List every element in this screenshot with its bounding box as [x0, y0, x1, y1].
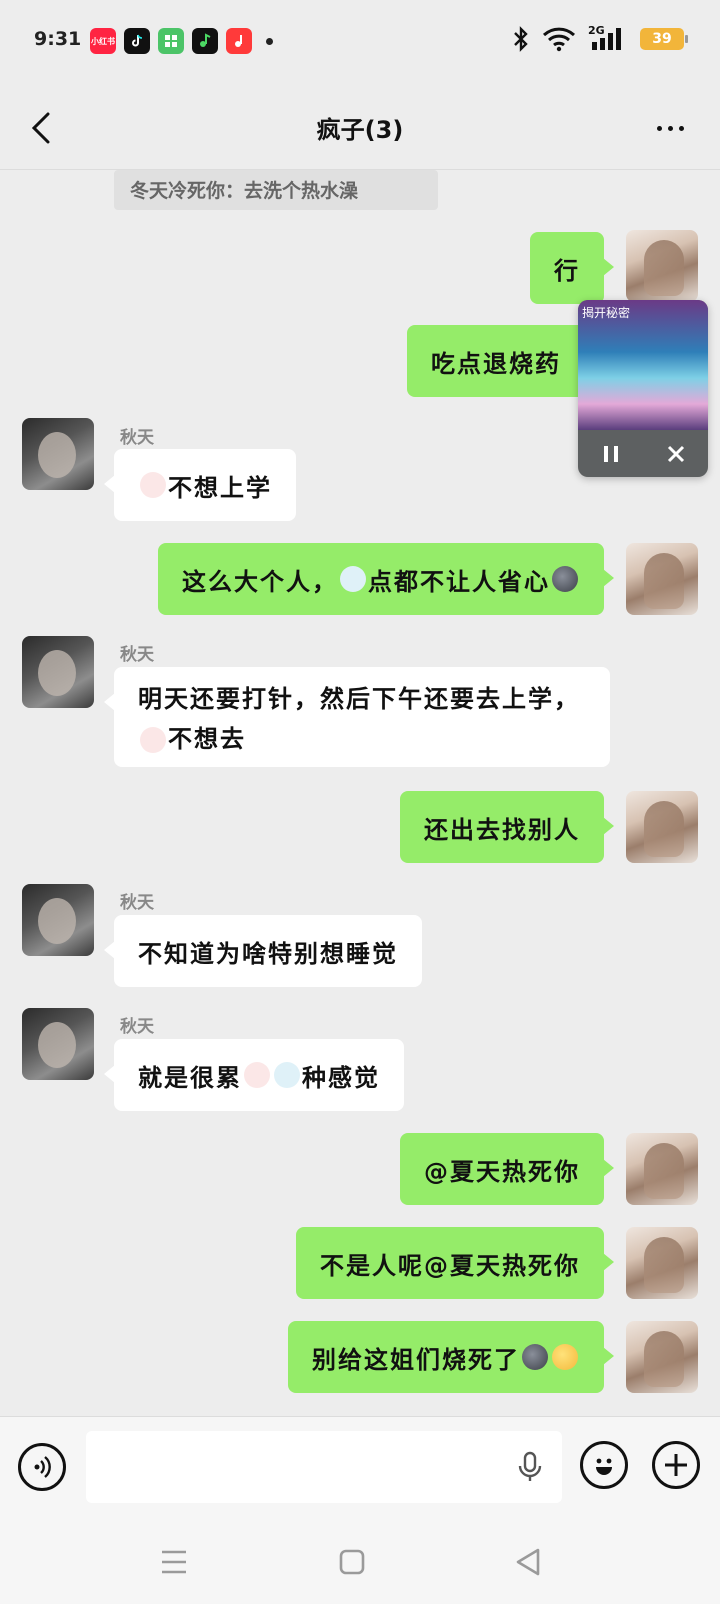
battery-indicator: 39	[640, 28, 688, 50]
xiaohongshu-icon: 小红书	[90, 28, 116, 54]
sender-avatar[interactable]	[22, 1008, 94, 1080]
bluetooth-icon	[514, 26, 528, 52]
sender-name: 秋天	[120, 428, 154, 448]
status-time: 9:31	[34, 28, 82, 50]
more-dot	[656, 125, 662, 131]
netease-music-icon	[226, 28, 252, 54]
message-text: 点都不让人省心	[368, 567, 550, 596]
message-text: 明天还要打针，然后下午还要去上学， 不想去	[138, 679, 586, 759]
notification-icons: 小红书	[90, 28, 273, 54]
emoji-icon	[244, 1062, 270, 1088]
message-text: 种感觉	[302, 1063, 380, 1092]
message-bubble-outgoing[interactable]: 行	[530, 232, 614, 304]
pause-icon[interactable]	[599, 442, 623, 466]
emoji-icon	[552, 566, 578, 592]
message-text: 别给这姐们烧死了	[312, 1345, 520, 1374]
music-app-icon	[192, 28, 218, 54]
message-bubble-outgoing[interactable]: 吃点退烧药	[407, 325, 614, 397]
message-text-part: 不想去	[168, 725, 246, 753]
my-avatar[interactable]	[626, 791, 698, 863]
status-indicators: 2G 39	[512, 24, 688, 52]
message-bubble-outgoing[interactable]: 不是人呢@夏天热死你	[296, 1227, 614, 1299]
quoted-message[interactable]: 冬天冷死你：去洗个热水澡	[114, 170, 438, 210]
add-more-button[interactable]	[652, 1441, 700, 1489]
album-art[interactable]: 揭开秘密	[578, 300, 708, 430]
app-grid-icon	[158, 28, 184, 54]
sender-avatar[interactable]	[22, 636, 94, 708]
message-text: 不想上学	[168, 473, 272, 502]
emoji-icon	[340, 566, 366, 592]
message-bubble-incoming[interactable]: 明天还要打针，然后下午还要去上学， 不想去	[104, 667, 610, 767]
more-notifications-dot	[266, 37, 273, 45]
player-controls	[578, 430, 708, 477]
message-bubble-incoming[interactable]: 就是很累 种感觉	[104, 1039, 404, 1111]
message-text: 就是很累	[138, 1063, 242, 1092]
message-bubble-outgoing[interactable]: 别给这姐们烧死了	[288, 1321, 614, 1393]
plus-icon	[665, 1454, 687, 1476]
chat-title: 疯子(3)	[316, 116, 404, 144]
floating-music-player[interactable]: 揭开秘密	[578, 300, 708, 477]
my-avatar[interactable]	[626, 1133, 698, 1205]
more-dot	[678, 125, 684, 131]
back-triangle-icon	[516, 1548, 540, 1576]
sender-name: 秋天	[120, 893, 154, 913]
my-avatar[interactable]	[626, 543, 698, 615]
status-bar: 9:31 小红书 2G 39	[0, 0, 720, 84]
network-type: 2G	[588, 24, 605, 37]
menu-icon	[162, 1550, 186, 1574]
emoji-icon	[274, 1062, 300, 1088]
album-art-caption: 揭开秘密	[582, 306, 631, 320]
more-options-button[interactable]	[650, 108, 690, 148]
home-nav-button[interactable]	[334, 1544, 370, 1580]
voice-wave-icon	[34, 1456, 51, 1478]
voice-mode-button[interactable]	[18, 1443, 66, 1491]
smiley-icon	[596, 1458, 612, 1475]
message-bubble-outgoing[interactable]: @夏天热死你	[400, 1133, 614, 1205]
nerd-face-emoji-icon	[552, 1344, 578, 1370]
sender-name: 秋天	[120, 1017, 154, 1037]
emoji-icon	[140, 727, 166, 753]
microphone-icon[interactable]	[512, 1449, 548, 1485]
my-avatar[interactable]	[626, 1321, 698, 1393]
sender-avatar[interactable]	[22, 418, 94, 490]
message-bubble-outgoing[interactable]: 还出去找别人	[400, 791, 614, 863]
message-bubble-incoming[interactable]: 不知道为啥特别想睡觉	[104, 915, 422, 987]
tiktok-icon	[124, 28, 150, 54]
message-input-bar	[0, 1416, 720, 1516]
my-avatar[interactable]	[626, 230, 698, 302]
wifi-icon	[542, 27, 576, 52]
emoji-icon	[522, 1344, 548, 1370]
sender-avatar[interactable]	[22, 884, 94, 956]
emoji-icon	[140, 472, 166, 498]
back-nav-button[interactable]	[510, 1544, 546, 1580]
message-bubble-incoming[interactable]: 不想上学	[104, 449, 296, 521]
message-text-part: 明天还要打针，然后下午还要去上学，	[138, 685, 580, 713]
message-input[interactable]	[86, 1431, 562, 1503]
menu-nav-button[interactable]	[156, 1544, 192, 1580]
more-dot	[667, 125, 673, 131]
emoji-button[interactable]	[580, 1441, 628, 1489]
chat-header: 疯子(3)	[0, 84, 720, 170]
message-bubble-outgoing[interactable]: 这么大个人， 点都不让人省心	[158, 543, 614, 615]
my-avatar[interactable]	[626, 1227, 698, 1299]
home-square-icon	[339, 1549, 365, 1575]
cellular-signal-icon: 2G	[588, 24, 628, 52]
system-navigation-bar	[0, 1516, 720, 1604]
message-text: 这么大个人，	[182, 567, 338, 596]
close-icon[interactable]	[664, 442, 688, 466]
sender-name: 秋天	[120, 645, 154, 665]
